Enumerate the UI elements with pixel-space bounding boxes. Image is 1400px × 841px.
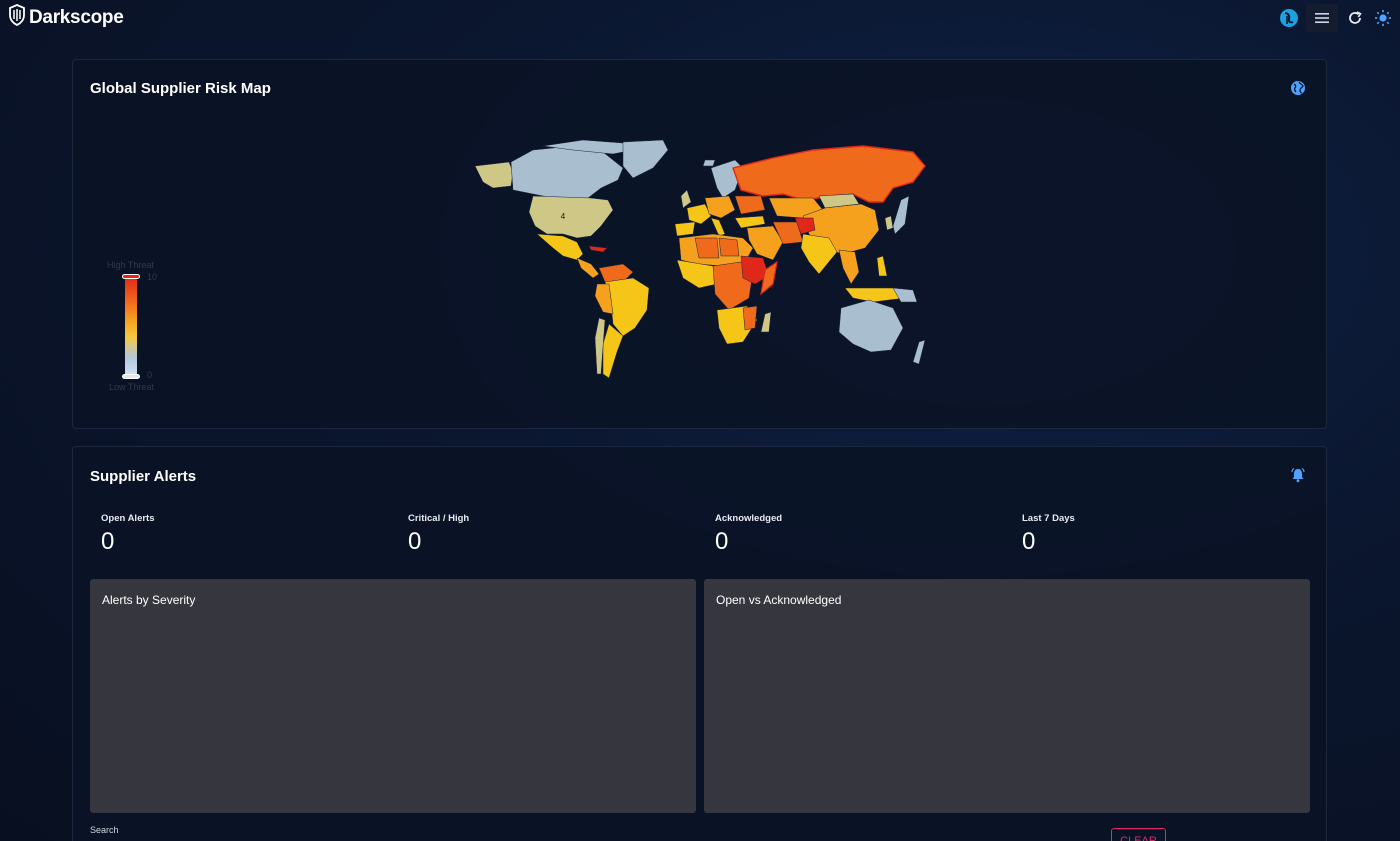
top-actions	[1278, 4, 1394, 32]
risk-map-card: Global Supplier Risk Map High Threat 10 …	[72, 59, 1327, 429]
open-vs-acknowledged-panel: Open vs Acknowledged	[704, 579, 1310, 813]
supplier-alerts-title: Supplier Alerts	[90, 468, 197, 485]
brand[interactable]: Darkscope	[8, 4, 124, 31]
country-uk	[680, 189, 692, 209]
stat-label: Last 7 Days	[1022, 513, 1075, 524]
stat-label: Acknowledged	[715, 513, 783, 524]
theme-toggle-icon[interactable]	[1372, 7, 1394, 29]
country-italy	[710, 217, 726, 237]
avatar-icon[interactable]	[1278, 7, 1300, 29]
risk-map-title: Global Supplier Risk Map	[90, 80, 271, 97]
country-greenland	[622, 139, 669, 179]
southeast-asia	[838, 249, 860, 285]
stat-last-7-days: Last 7 Days 0	[1022, 513, 1075, 556]
stat-acknowledged: Acknowledged 0	[715, 513, 782, 556]
panel-title: Open vs Acknowledged	[716, 593, 842, 607]
menu-icon[interactable]	[1306, 4, 1338, 32]
country-canada	[510, 145, 624, 201]
country-new-zealand	[912, 339, 926, 365]
country-libya	[718, 237, 740, 257]
stat-value: 0	[1022, 528, 1036, 555]
stat-value: 0	[101, 528, 115, 555]
stat-value: 0	[408, 528, 422, 555]
legend-max-handle[interactable]	[122, 274, 140, 279]
stat-open-alerts: Open Alerts 0	[101, 513, 155, 556]
stat-value: 0	[715, 528, 729, 555]
country-japan	[892, 195, 910, 235]
legend-min-value: 0	[147, 370, 153, 380]
brand-name: Darkscope	[29, 6, 124, 28]
clear-button[interactable]: CLEAR	[1111, 828, 1166, 841]
legend-max-value: 10	[147, 272, 158, 282]
top-bar: Darkscope	[0, 0, 1400, 32]
country-mozambique	[742, 305, 758, 331]
legend-gradient-bar	[125, 277, 137, 377]
alerts-by-severity-panel: Alerts by Severity	[90, 579, 696, 813]
refresh-icon[interactable]	[1344, 7, 1366, 29]
country-korea	[884, 215, 894, 231]
stat-label: Critical / High	[408, 513, 470, 524]
country-spain	[674, 221, 696, 237]
usa-alert-count: 4	[561, 212, 566, 221]
stat-label: Open Alerts	[101, 513, 155, 524]
legend-high-label: High Threat	[107, 260, 154, 270]
shield-logo-icon	[8, 4, 26, 31]
supplier-alerts-card: Supplier Alerts Open Alerts 0 Critical /…	[72, 446, 1327, 841]
country-alaska	[474, 161, 514, 189]
country-algeria	[694, 237, 720, 259]
country-iceland	[702, 159, 716, 167]
stat-critical-high: Critical / High 0	[408, 513, 469, 556]
legend-low-label: Low Threat	[109, 382, 154, 392]
country-usa	[528, 195, 614, 239]
panel-title: Alerts by Severity	[102, 593, 196, 607]
country-cuba	[588, 245, 608, 253]
country-turkey	[734, 215, 766, 229]
legend-min-handle[interactable]	[122, 374, 140, 379]
country-ukraine	[734, 195, 766, 215]
central-america	[576, 257, 600, 279]
country-australia	[838, 299, 904, 353]
country-madagascar	[760, 311, 772, 333]
bell-alert-icon[interactable]	[1290, 467, 1308, 485]
globe-icon[interactable]	[1290, 80, 1308, 98]
country-russia	[732, 145, 926, 203]
world-map[interactable]: 4	[473, 138, 933, 383]
search-label: Search	[90, 825, 119, 835]
threat-legend: High Threat 10 0 Low Threat	[101, 260, 171, 395]
country-philippines	[876, 255, 888, 277]
